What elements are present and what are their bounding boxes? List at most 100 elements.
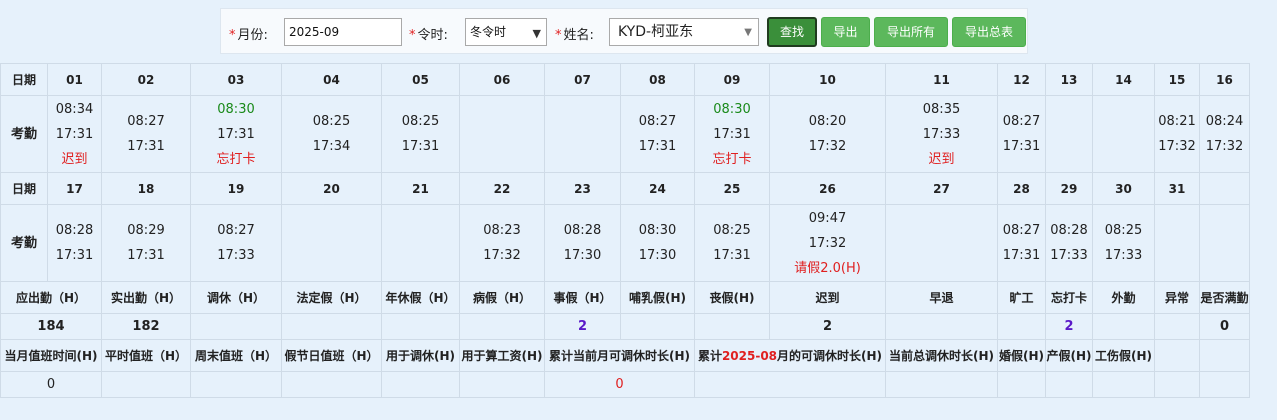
day-cell: 05 — [381, 63, 460, 96]
day-cell: 01 — [47, 63, 102, 96]
time-cell: 08:27 17:31 — [620, 95, 695, 173]
overtime-header: 婚假(H) — [997, 339, 1046, 372]
export-summary-button[interactable]: 导出总表 — [952, 17, 1026, 47]
attendance-table: 日期 01 02 03 04 05 06 07 08 09 10 11 12 1… — [0, 63, 1250, 398]
day-cell: 04 — [281, 63, 382, 96]
time-cell — [1199, 204, 1250, 282]
summary-value: 182 — [101, 313, 191, 340]
time-cell: 08:25 17:33 — [1092, 204, 1155, 282]
week2-date-row: 日期 17 18 19 20 21 22 23 24 25 26 27 28 2… — [0, 172, 1250, 205]
chevron-down-icon: ▼ — [532, 27, 541, 40]
summary-header: 旷工 — [997, 281, 1046, 314]
overtime-value — [885, 371, 998, 398]
time-cell: 09:47 17:32 请假2.0(H) — [769, 204, 886, 282]
name-label: * 姓名: — [555, 28, 594, 43]
time-cell — [459, 95, 545, 173]
summary-value — [1092, 313, 1155, 340]
summary-value — [997, 313, 1046, 340]
overtime-header: 当月值班时间(H) — [0, 339, 102, 372]
summary-value: 2 — [769, 313, 886, 340]
time-cell: 08:28 17:30 — [544, 204, 621, 282]
time-cell: 08:30 17:30 — [620, 204, 695, 282]
summary-value: 2 — [544, 313, 621, 340]
overtime-value — [1199, 371, 1250, 398]
summary-value — [885, 313, 998, 340]
summary-header-row: 应出勤（H） 实出勤（H） 调休（H） 法定假（H） 年休假（H） 病假（H） … — [0, 281, 1250, 314]
month-input[interactable] — [284, 18, 402, 46]
day-cell: 06 — [459, 63, 545, 96]
attendance-label: 考勤 — [0, 95, 48, 173]
time-cell: 08:30 17:31 忘打卡 — [694, 95, 770, 173]
day-cell: 20 — [281, 172, 382, 205]
time-cell: 08:29 17:31 — [101, 204, 191, 282]
overtime-header-row: 当月值班时间(H) 平时值班（H） 周末值班（H） 假节日值班（H） 用于调休(… — [0, 339, 1250, 372]
time-cell: 08:34 17:31 迟到 — [47, 95, 102, 173]
summary-header: 丧假(H) — [694, 281, 770, 314]
overtime-value — [190, 371, 282, 398]
summary-header: 年休假（H） — [381, 281, 460, 314]
day-cell: 09 — [694, 63, 770, 96]
time-cell: 08:27 17:31 — [997, 95, 1046, 173]
day-cell: 10 — [769, 63, 886, 96]
day-cell: 29 — [1045, 172, 1093, 205]
summary-header: 调休（H） — [190, 281, 282, 314]
overtime-value — [1092, 371, 1155, 398]
day-cell: 23 — [544, 172, 621, 205]
time-cell — [1045, 95, 1093, 173]
season-select[interactable]: 冬令时 ▼ — [465, 18, 547, 46]
day-cell — [1199, 172, 1250, 205]
week1-attendance-row: 考勤 08:34 17:31 迟到 08:27 17:31 08:30 17:31 忘打卡… — [0, 95, 1250, 173]
time-cell: 08:21 17:32 — [1154, 95, 1200, 173]
day-cell: 03 — [190, 63, 282, 96]
overtime-value: 0 — [544, 371, 695, 398]
week1-date-row: 日期 01 02 03 04 05 06 07 08 09 10 11 12 1… — [0, 63, 1250, 96]
overtime-value — [381, 371, 460, 398]
day-cell: 21 — [381, 172, 460, 205]
day-cell: 25 — [694, 172, 770, 205]
week2-attendance-row: 考勤 08:28 17:31 08:29 17:31 08:27 17:33 08:2… — [0, 204, 1250, 282]
summary-header: 忘打卡 — [1045, 281, 1093, 314]
overtime-value — [694, 371, 886, 398]
overtime-value — [1045, 371, 1093, 398]
overtime-header: 平时值班（H） — [101, 339, 191, 372]
time-cell: 08:27 17:31 — [997, 204, 1046, 282]
time-cell: 08:25 17:34 — [281, 95, 382, 173]
overtime-header: 用于算工资(H) — [459, 339, 545, 372]
summary-header: 异常 — [1154, 281, 1200, 314]
caret-down-icon: ▼ — [744, 27, 752, 38]
export-button[interactable]: 导出 — [821, 17, 870, 47]
summary-header: 哺乳假(H) — [620, 281, 695, 314]
day-cell: 16 — [1199, 63, 1250, 96]
date-header: 日期 — [0, 172, 48, 205]
overtime-value — [101, 371, 191, 398]
month-label: * 月份: — [229, 28, 268, 43]
day-cell: 14 — [1092, 63, 1155, 96]
overtime-header: 当前总调休时长(H) — [885, 339, 998, 372]
summary-value: 184 — [0, 313, 102, 340]
summary-header: 法定假（H） — [281, 281, 382, 314]
time-cell: 08:25 17:31 — [694, 204, 770, 282]
time-cell: 08:28 17:33 — [1045, 204, 1093, 282]
day-cell: 15 — [1154, 63, 1200, 96]
day-cell: 12 — [997, 63, 1046, 96]
summary-header: 外勤 — [1092, 281, 1155, 314]
summary-value — [459, 313, 545, 340]
time-cell: 08:35 17:33 迟到 — [885, 95, 998, 173]
time-cell: 08:25 17:31 — [381, 95, 460, 173]
day-cell: 18 — [101, 172, 191, 205]
attendance-label: 考勤 — [0, 204, 48, 282]
summary-header: 病假（H） — [459, 281, 545, 314]
summary-value — [620, 313, 695, 340]
time-cell — [1154, 204, 1200, 282]
time-cell — [885, 204, 998, 282]
export-all-button[interactable]: 导出所有 — [874, 17, 948, 47]
summary-value — [190, 313, 282, 340]
day-cell: 07 — [544, 63, 621, 96]
date-header: 日期 — [0, 63, 48, 96]
overtime-header: 假节日值班（H） — [281, 339, 382, 372]
summary-value: 0 — [1199, 313, 1250, 340]
overtime-value: 0 — [0, 371, 102, 398]
overtime-value — [1154, 371, 1200, 398]
search-button[interactable]: 查找 — [767, 17, 817, 47]
name-combobox[interactable]: KYD-柯亚东 ▼ — [609, 18, 759, 46]
